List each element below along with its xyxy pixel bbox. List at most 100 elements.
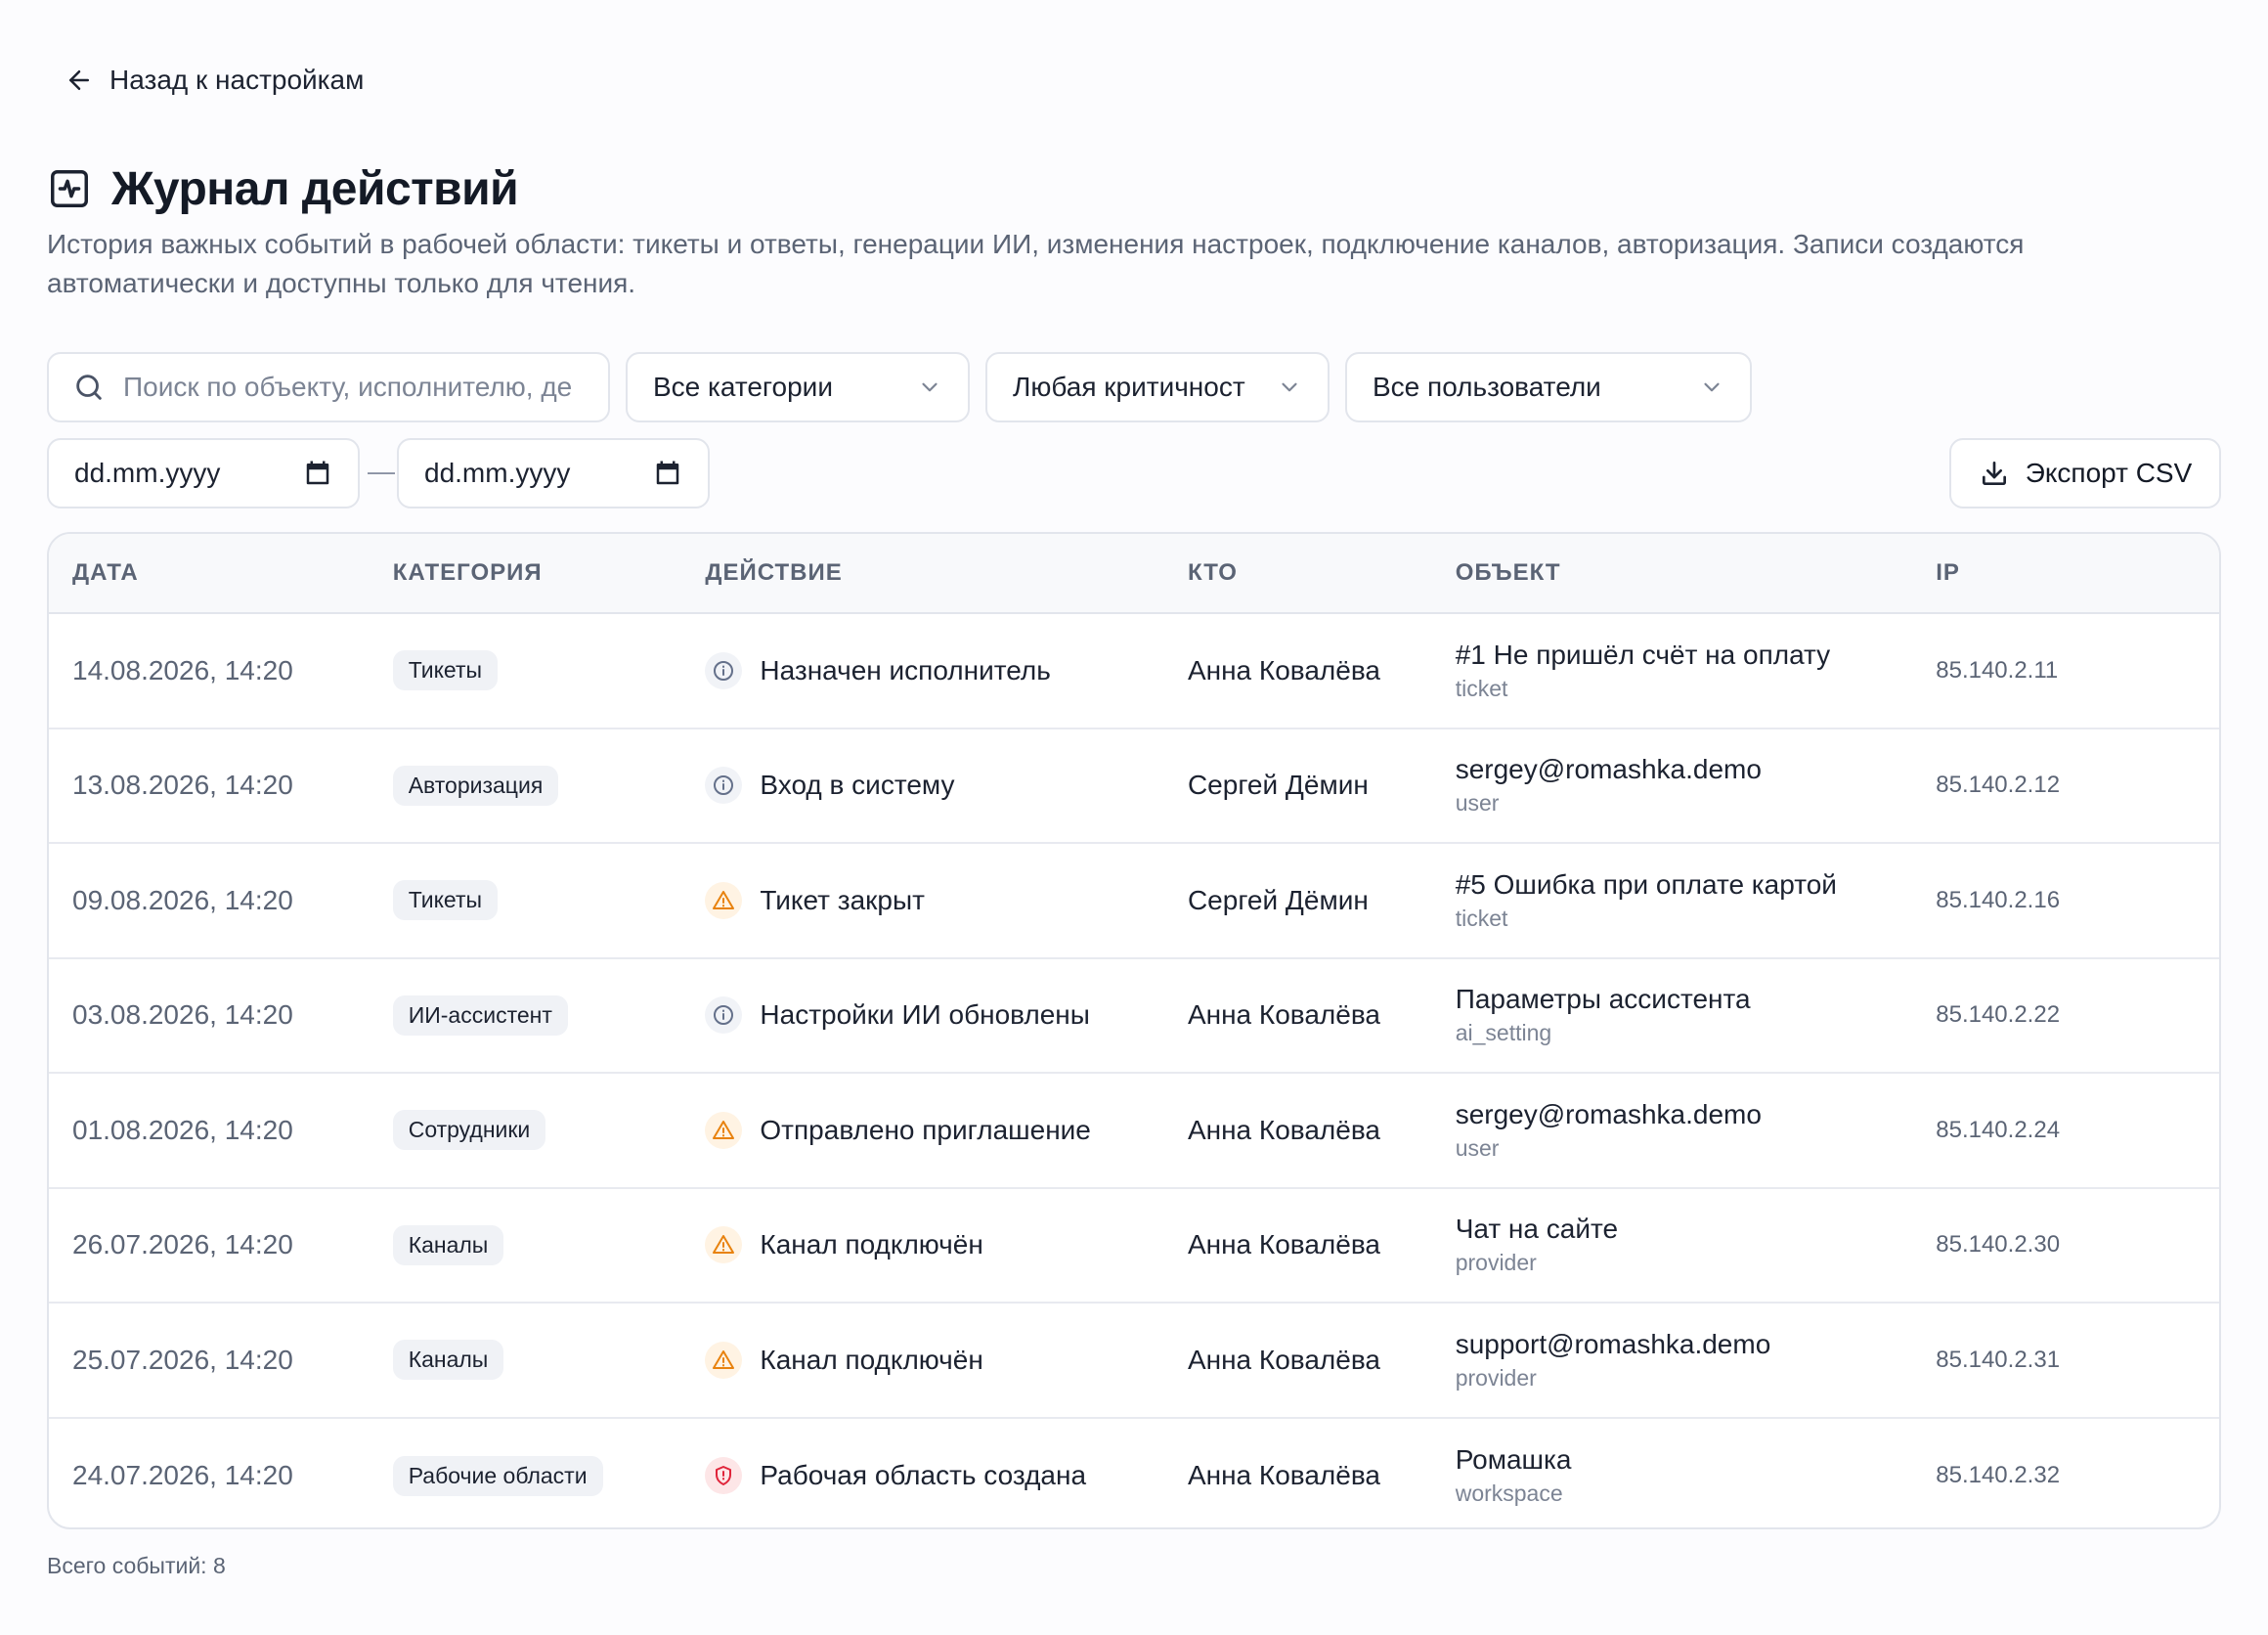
chevron-down-icon [1704, 382, 1720, 392]
category-select-value: Все категории [653, 372, 833, 402]
table-row[interactable]: 14.08.2026, 14:20 Тикеты Назначен исполн… [49, 614, 2219, 729]
event-ip: 85.140.2.24 [1936, 1116, 2061, 1143]
event-action: Отправлено приглашение [760, 1114, 1091, 1145]
event-actor: Анна Ковалёва [1187, 1114, 1380, 1145]
export-csv-label: Экспорт CSV [2025, 458, 2193, 488]
table-row[interactable]: 01.08.2026, 14:20 Сотрудники Отправлено … [49, 1074, 2219, 1189]
event-object-type: user [1455, 790, 1500, 817]
table-row[interactable]: 09.08.2026, 14:20 Тикеты Тикет закрыт Се… [49, 844, 2219, 959]
page-title: Журнал действий [111, 162, 519, 215]
calendar-icon[interactable] [303, 459, 332, 488]
event-object-type: ticket [1455, 675, 1508, 701]
user-select[interactable]: Все пользователи [1345, 352, 1752, 422]
back-link-label: Назад к настройкам [109, 65, 365, 95]
event-object: Ромашка [1455, 1444, 1572, 1476]
category-select[interactable]: Все категории [626, 352, 970, 422]
column-header-category: КАТЕГОРИЯ [392, 559, 543, 586]
category-badge: Каналы [392, 1340, 504, 1381]
search-placeholder: Поиск по объекту, исполнителю, де [123, 372, 573, 402]
event-action: Рабочая область создана [760, 1460, 1087, 1491]
event-object: sergey@romashka.demo [1455, 1098, 1762, 1129]
shield-alert-icon [705, 1457, 743, 1495]
event-date: 25.07.2026, 14:20 [72, 1344, 293, 1375]
event-object-type: provider [1455, 1364, 1537, 1391]
event-object-type: user [1455, 1134, 1500, 1161]
event-object-type: provider [1455, 1250, 1537, 1276]
calendar-icon[interactable] [653, 459, 682, 488]
event-object: #1 Не пришёл счёт на оплату [1455, 639, 1831, 670]
event-actor: Сергей Дёмин [1187, 770, 1369, 801]
event-object-type: ai_setting [1455, 1020, 1552, 1046]
event-date: 13.08.2026, 14:20 [72, 770, 293, 801]
category-badge: Тикеты [392, 880, 499, 921]
event-actor: Анна Ковалёва [1187, 999, 1380, 1031]
search-icon [76, 375, 102, 400]
category-badge: Авторизация [392, 765, 559, 806]
event-object: support@romashka.demo [1455, 1328, 1771, 1359]
back-to-settings-link[interactable]: Назад к настройкам [65, 59, 364, 102]
table-row[interactable]: 24.07.2026, 14:20 Рабочие области Рабоча… [49, 1419, 2219, 1528]
date-from-input[interactable]: dd.mm.yyyy [47, 438, 360, 508]
event-action: Вход в систему [760, 770, 955, 801]
page-description: История важных событий в рабочей области… [47, 229, 2025, 298]
event-object-type: workspace [1455, 1480, 1563, 1507]
event-ip: 85.140.2.16 [1936, 886, 2061, 913]
info-icon [705, 767, 743, 805]
event-actor: Анна Ковалёва [1187, 654, 1380, 685]
chevron-down-icon [922, 382, 938, 392]
event-actor: Анна Ковалёва [1187, 1344, 1380, 1375]
date-from-value: dd.mm.yyyy [74, 458, 221, 488]
arrow-left-icon [69, 70, 89, 90]
table-row[interactable]: 03.08.2026, 14:20 ИИ-ассистент Настройки… [49, 959, 2219, 1074]
event-action: Канал подключён [760, 1344, 983, 1375]
event-ip: 85.140.2.31 [1936, 1346, 2061, 1373]
event-action: Назначен исполнитель [760, 654, 1051, 685]
page-header: Журнал действий [47, 156, 519, 221]
warning-icon [705, 1226, 743, 1264]
download-icon [1982, 462, 2006, 485]
audit-log-table: ДАТА КАТЕГОРИЯ ДЕЙСТВИЕ КТО ОБЪЕКТ IP 14… [47, 532, 2221, 1529]
event-object: Параметры ассистента [1455, 984, 1751, 1015]
info-icon [705, 996, 743, 1035]
event-ip: 85.140.2.32 [1936, 1462, 2061, 1489]
export-csv-button[interactable]: Экспорт CSV [1949, 438, 2221, 508]
table-row[interactable]: 25.07.2026, 14:20 Каналы Канал подключён… [49, 1304, 2219, 1419]
table-header: ДАТА КАТЕГОРИЯ ДЕЙСТВИЕ КТО ОБЪЕКТ IP [49, 534, 2219, 614]
warning-icon [705, 1111, 743, 1149]
event-ip: 85.140.2.12 [1936, 772, 2061, 799]
date-to-value: dd.mm.yyyy [424, 458, 571, 488]
column-header-who: КТО [1187, 559, 1238, 586]
event-actor: Сергей Дёмин [1187, 884, 1369, 915]
event-date: 01.08.2026, 14:20 [72, 1114, 293, 1145]
search-input[interactable]: Поиск по объекту, исполнителю, де [47, 352, 610, 422]
chevron-down-icon [1282, 382, 1297, 392]
event-object: Чат на сайте [1455, 1214, 1619, 1245]
column-header-action: ДЕЙСТВИЕ [705, 559, 843, 586]
date-range-separator: — [368, 456, 395, 486]
info-icon [705, 651, 743, 689]
category-badge: ИИ-ассистент [392, 994, 568, 1036]
event-date: 26.07.2026, 14:20 [72, 1229, 293, 1260]
event-ip: 85.140.2.22 [1936, 1001, 2061, 1029]
table-row[interactable]: 26.07.2026, 14:20 Каналы Канал подключён… [49, 1189, 2219, 1304]
event-ip: 85.140.2.30 [1936, 1231, 2061, 1259]
user-select-value: Все пользователи [1373, 372, 1601, 402]
event-date: 24.07.2026, 14:20 [72, 1460, 293, 1491]
event-date: 14.08.2026, 14:20 [72, 654, 293, 685]
total-events-count: Всего событий: 8 [47, 1553, 226, 1578]
table-row[interactable]: 13.08.2026, 14:20 Авторизация Вход в сис… [49, 729, 2219, 844]
event-action: Тикет закрыт [760, 884, 925, 915]
category-badge: Рабочие области [392, 1455, 603, 1496]
date-to-input[interactable]: dd.mm.yyyy [397, 438, 710, 508]
event-action: Настройки ИИ обновлены [760, 999, 1090, 1031]
event-object-type: ticket [1455, 905, 1508, 931]
event-object: #5 Ошибка при оплате картой [1455, 868, 1837, 900]
audit-log-page: Назад к настройкам Журнал действий Истор… [0, 0, 2268, 1635]
column-header-object: ОБЪЕКТ [1455, 559, 1561, 586]
event-date: 09.08.2026, 14:20 [72, 884, 293, 915]
event-actor: Анна Ковалёва [1187, 1460, 1380, 1491]
category-badge: Каналы [392, 1224, 504, 1265]
severity-select[interactable]: Любая критичност [985, 352, 1330, 422]
activity-icon [47, 166, 92, 211]
warning-icon [705, 1341, 743, 1379]
